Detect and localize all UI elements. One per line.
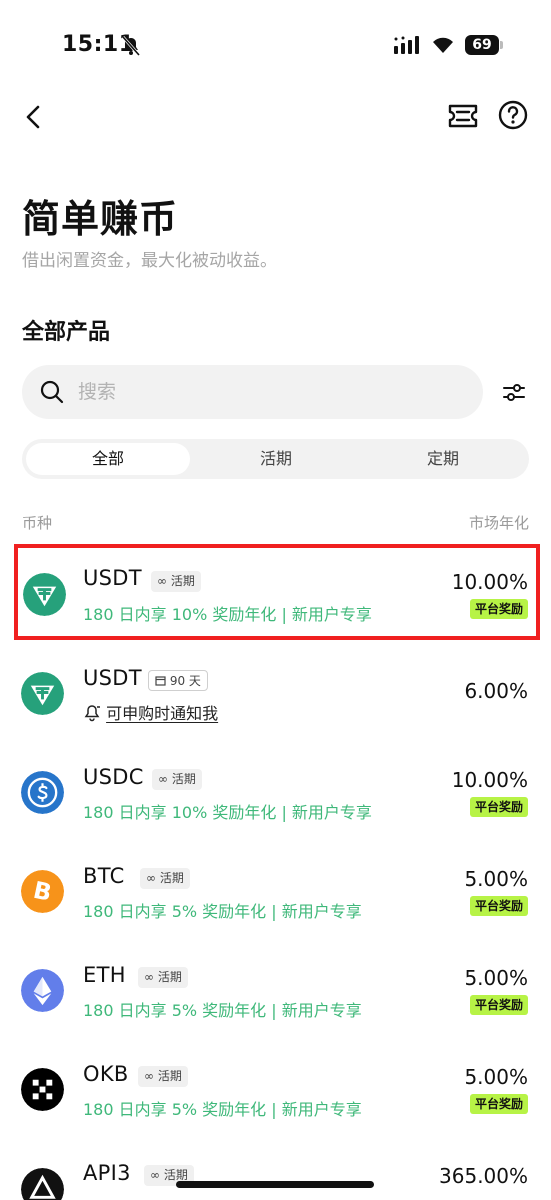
filter-icon[interactable] <box>502 380 526 404</box>
term-badge: 90 天 <box>148 670 208 691</box>
home-indicator[interactable] <box>176 1181 374 1188</box>
product-row-usdt-flexible[interactable]: USDT ∞ 活期 180 日内享 10% 奖励年化 | 新用户专享 10.00… <box>14 544 540 640</box>
coin-name: BTC <box>83 864 125 888</box>
promo-text: 180 日内享 10% 奖励年化 | 新用户专享 <box>83 605 372 624</box>
nav-bar <box>0 95 551 139</box>
product-row-usdt-fixed[interactable]: USDT 90 天 可申购时通知我 6.00% <box>14 645 540 741</box>
product-row-btc[interactable]: B BTC ∞ 活期 180 日内享 5% 奖励年化 | 新用户专享 5.00%… <box>14 843 540 939</box>
tether-icon <box>21 672 64 715</box>
okb-icon <box>21 1068 64 1111</box>
bell-muted-icon <box>121 36 141 56</box>
product-row-okb[interactable]: OKB ∞ 活期 180 日内享 5% 奖励年化 | 新用户专享 5.00% 平… <box>14 1041 540 1137</box>
bitcoin-icon: B <box>21 870 64 913</box>
promo-text: 180 日内享 5% 奖励年化 | 新用户专享 <box>83 1100 362 1119</box>
product-row-eth[interactable]: ETH ∞ 活期 180 日内享 5% 奖励年化 | 新用户专享 5.00% 平… <box>14 942 540 1038</box>
term-badge: ∞ 活期 <box>152 769 202 790</box>
column-header-coin: 币种 <box>22 514 53 532</box>
reward-badge: 平台奖励 <box>469 1094 528 1114</box>
page-subtitle: 借出闲置资金，最大化被动收益。 <box>22 251 277 271</box>
section-title: 全部产品 <box>22 320 111 345</box>
product-row-api3[interactable]: API3 ∞ 活期 365.00% <box>14 1140 540 1200</box>
coin-name: USDC <box>83 765 144 789</box>
tether-icon <box>23 573 66 616</box>
ethereum-icon <box>21 969 64 1012</box>
promo-text: 180 日内享 10% 奖励年化 | 新用户专享 <box>83 803 372 822</box>
search-input[interactable] <box>78 375 458 409</box>
wifi-icon <box>433 37 453 53</box>
help-icon[interactable] <box>497 99 529 131</box>
coin-name: USDT <box>83 566 142 590</box>
search-icon <box>40 380 64 404</box>
notify-link[interactable]: 可申购时通知我 <box>83 700 218 724</box>
reward-badge: 平台奖励 <box>469 896 528 916</box>
promo-text: 180 日内享 5% 奖励年化 | 新用户专享 <box>83 1001 362 1020</box>
battery-icon: 69 <box>465 35 503 55</box>
apr-value: 10.00% <box>451 570 528 594</box>
product-row-usdc[interactable]: USDC ∞ 活期 180 日内享 10% 奖励年化 | 新用户专享 10.00… <box>14 744 540 840</box>
term-badge: ∞ 活期 <box>140 868 190 889</box>
coin-name: OKB <box>83 1062 129 1086</box>
usdc-icon <box>21 771 64 814</box>
search-box[interactable] <box>22 365 483 419</box>
promo-text: 180 日内享 5% 奖励年化 | 新用户专享 <box>83 902 362 921</box>
term-badge: ∞ 活期 <box>138 967 188 988</box>
column-header-apr: 市场年化 <box>468 514 529 532</box>
signal-icon <box>394 36 419 54</box>
back-arrow-icon[interactable] <box>18 101 48 133</box>
reward-badge: 平台奖励 <box>469 797 528 817</box>
battery-level: 69 <box>465 35 499 55</box>
apr-value: 365.00% <box>439 1164 528 1188</box>
apr-value: 5.00% <box>464 966 528 990</box>
apr-value: 5.00% <box>464 1065 528 1089</box>
apr-value: 10.00% <box>451 768 528 792</box>
calendar-icon <box>155 676 166 686</box>
ticket-icon[interactable] <box>446 101 480 131</box>
coin-name: ETH <box>83 963 126 987</box>
tab-flexible[interactable]: 活期 <box>192 443 360 475</box>
reward-badge: 平台奖励 <box>469 599 528 619</box>
bell-icon <box>84 705 100 722</box>
apr-value: 6.00% <box>464 679 528 703</box>
tab-all[interactable]: 全部 <box>26 443 190 475</box>
term-badge: ∞ 活期 <box>151 571 201 592</box>
product-tabs: 全部 活期 定期 <box>22 439 529 479</box>
term-badge: ∞ 活期 <box>138 1066 188 1087</box>
api3-icon <box>21 1168 64 1200</box>
page-title: 简单赚币 <box>22 197 179 241</box>
tab-fixed[interactable]: 定期 <box>360 443 526 475</box>
coin-name: API3 <box>83 1161 131 1185</box>
apr-value: 5.00% <box>464 867 528 891</box>
status-bar: 15:11 69 <box>0 0 551 90</box>
reward-badge: 平台奖励 <box>469 995 528 1015</box>
coin-name: USDT <box>83 666 142 690</box>
